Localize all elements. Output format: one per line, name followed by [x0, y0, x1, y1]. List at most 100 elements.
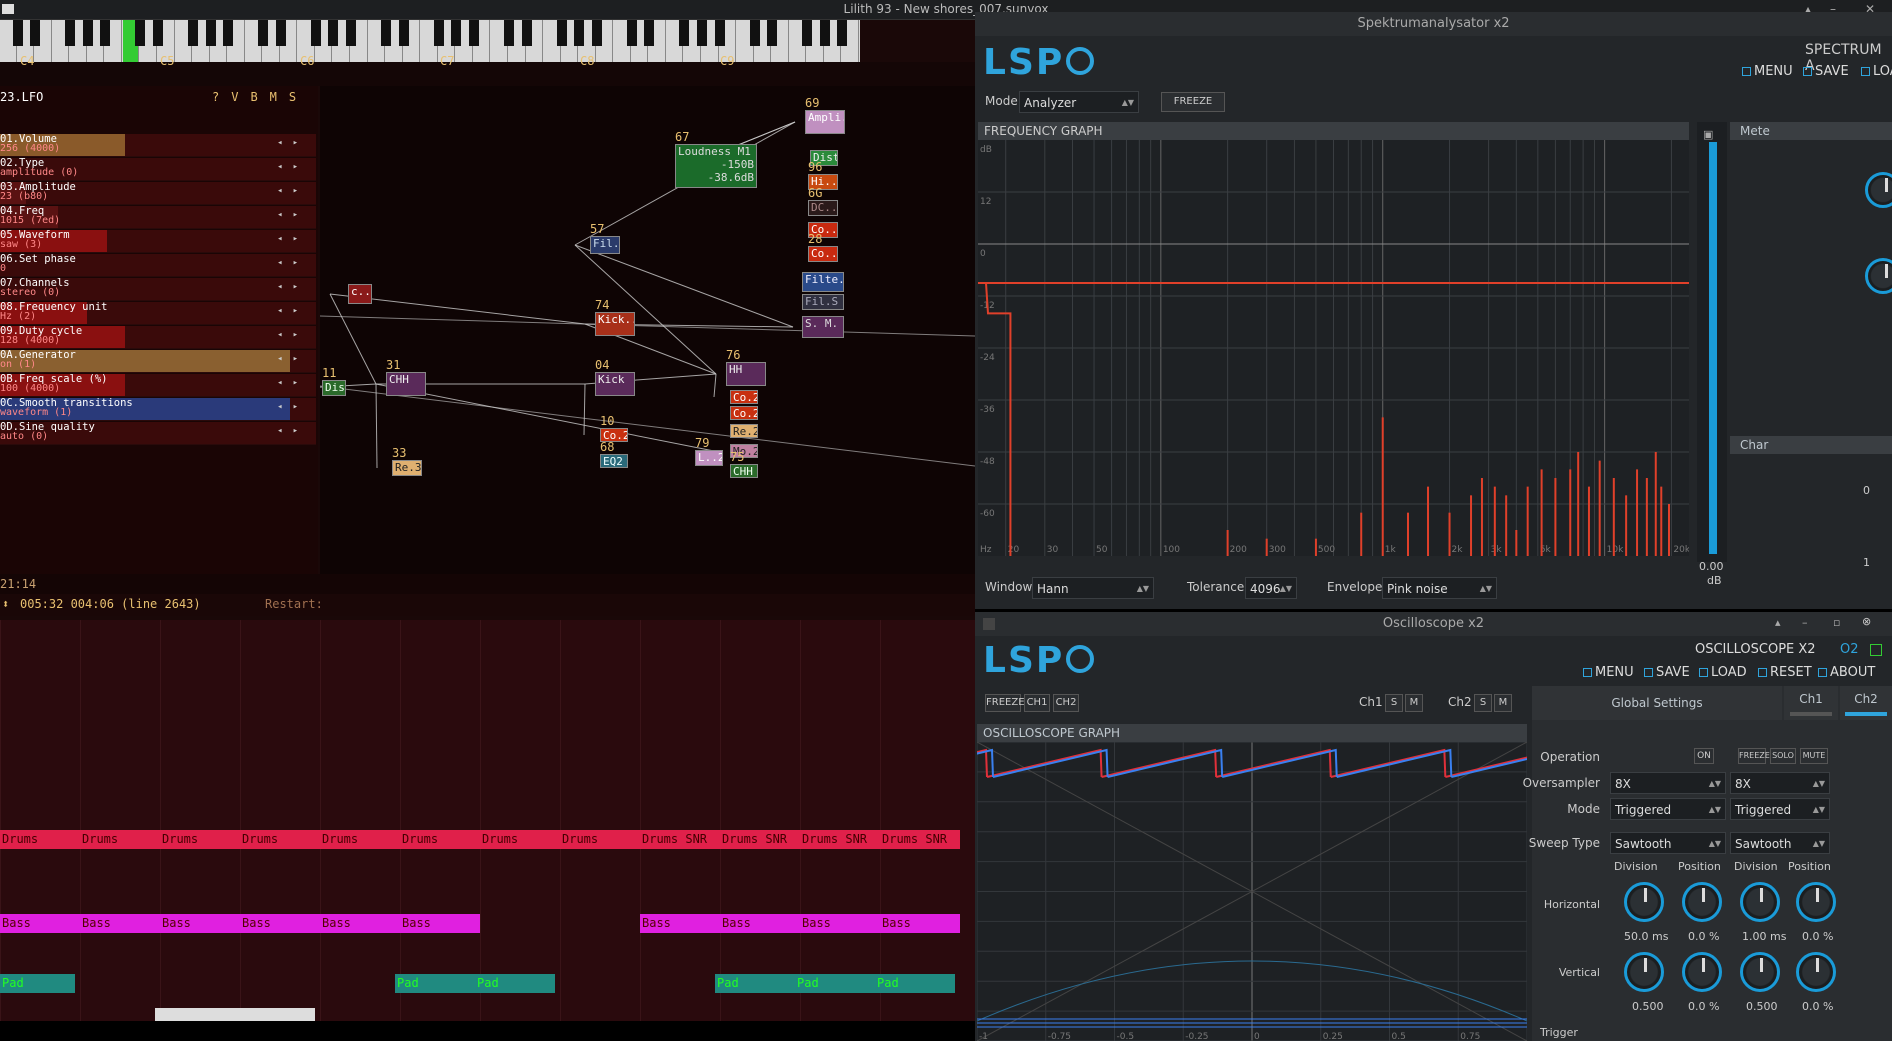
module-box[interactable]: S. M. S	[802, 316, 844, 338]
module-box[interactable]: DC..r	[808, 200, 838, 216]
module-box[interactable]: Re.2	[730, 424, 758, 438]
h-division-knob-1[interactable]	[1624, 882, 1664, 922]
pattern-block-bass[interactable]: Bass	[160, 914, 240, 933]
property-row[interactable]: 09.Duty cycle 128 (4000) ◂▸	[0, 326, 316, 349]
sweep-type-select[interactable]: Sawtooth ▲▼	[1610, 832, 1726, 854]
piano-black-key[interactable]	[275, 20, 286, 46]
module-box[interactable]: HH	[726, 362, 766, 386]
pattern-block-bass[interactable]: Bass	[720, 914, 800, 933]
ch-mute-button[interactable]: MUTE	[1800, 748, 1828, 764]
property-row[interactable]: 03.Amplitude 23 (b80) ◂▸	[0, 182, 316, 205]
pattern-block-selected[interactable]	[155, 1008, 315, 1021]
pattern-block-drums[interactable]: Drums	[320, 830, 400, 849]
frequency-graph[interactable]: 120-12-24-36-48-60dBHz 20 30 50 100 200 300 500…	[978, 140, 1689, 556]
on-button[interactable]: ON	[1694, 748, 1714, 764]
module-box[interactable]: Filte.2	[802, 272, 844, 292]
pattern-block-pad[interactable]: Pad	[715, 974, 795, 993]
piano-black-key[interactable]	[188, 20, 199, 46]
property-arrows-icon[interactable]: ◂▸	[277, 402, 308, 412]
save-button[interactable]: SAVE	[1803, 64, 1849, 79]
close-icon[interactable]: ⊗	[1862, 615, 1871, 628]
piano-black-key[interactable]	[556, 20, 567, 46]
piano-black-key[interactable]	[346, 20, 357, 46]
maximize-icon[interactable]: ▫	[1833, 616, 1840, 629]
property-arrows-icon[interactable]: ◂▸	[277, 378, 308, 388]
property-row[interactable]: 07.Channels stereo (0) ◂▸	[0, 278, 316, 301]
pattern-block-bass[interactable]: Bass	[0, 914, 80, 933]
piano-black-key[interactable]	[503, 20, 514, 46]
minimize-icon[interactable]: –	[1802, 616, 1808, 629]
piano-black-key[interactable]	[521, 20, 532, 46]
piano-black-key[interactable]	[152, 20, 163, 46]
v-position-knob-2[interactable]	[1796, 952, 1836, 992]
property-row[interactable]: 0A.Generator on (1) ◂▸	[0, 350, 316, 373]
ch1-mute-button[interactable]: M	[1405, 694, 1423, 712]
meter-tab[interactable]: Mete	[1730, 122, 1892, 140]
piano-black-key[interactable]	[310, 20, 321, 46]
module-box[interactable]: Co.2	[730, 390, 758, 404]
module-box[interactable]: c..H	[348, 284, 372, 304]
property-arrows-icon[interactable]: ◂▸	[277, 330, 308, 340]
property-row[interactable]: 02.Type amplitude (0) ◂▸	[0, 158, 316, 181]
oversampler-select[interactable]: 8X ▲▼	[1610, 772, 1726, 794]
save-button[interactable]: SAVE	[1644, 665, 1690, 680]
module-box[interactable]: Kick	[595, 372, 635, 396]
piano-black-key[interactable]	[451, 20, 462, 46]
piano-black-key[interactable]	[626, 20, 637, 46]
pattern-block-pad[interactable]: Pad	[0, 974, 75, 993]
pattern-block-pad[interactable]: Pad	[795, 974, 875, 993]
window-select[interactable]: Hann ▲▼	[1032, 577, 1154, 599]
piano-black-key[interactable]	[12, 20, 23, 46]
property-row[interactable]: 01.Volume 256 (4000) ◂▸	[0, 134, 316, 157]
piano-black-key[interactable]	[65, 20, 76, 46]
piano-black-key[interactable]	[574, 20, 585, 46]
piano-black-key[interactable]	[223, 20, 234, 46]
meter-knob-1[interactable]	[1865, 172, 1892, 208]
mode-select[interactable]: Triggered ▲▼	[1610, 798, 1726, 820]
piano-black-key[interactable]	[135, 20, 146, 46]
property-row[interactable]: 06.Set phase 0 ◂▸	[0, 254, 316, 277]
piano-black-key[interactable]	[819, 20, 830, 46]
module-box[interactable]: CHH	[386, 372, 426, 396]
piano-black-key[interactable]	[644, 20, 655, 46]
piano-black-key[interactable]	[258, 20, 269, 46]
about-button[interactable]: ABOUT	[1818, 665, 1875, 680]
module-box[interactable]: Kick..S	[595, 312, 635, 336]
module-flags[interactable]: ?VBMS	[212, 90, 308, 104]
ch-mode-select[interactable]: Triggered ▲▼	[1730, 798, 1830, 820]
piano-black-key[interactable]	[381, 20, 392, 46]
pattern-block-bass[interactable]: Bass	[640, 914, 720, 933]
tolerance-select[interactable]: 4096 ▲▼	[1245, 577, 1297, 599]
pattern-block-drums[interactable]: Drums	[160, 830, 240, 849]
ch1-button[interactable]: CH1	[1024, 694, 1050, 712]
channel-tab[interactable]: Char	[1730, 436, 1892, 454]
piano-black-key[interactable]	[697, 20, 708, 46]
pattern-block-bass[interactable]: Bass	[880, 914, 960, 933]
piano-black-key[interactable]	[328, 20, 339, 46]
v-division-knob-1[interactable]	[1624, 952, 1664, 992]
timeline[interactable]: Drums Drums Drums Drums Drums Drums Drums Drums…	[0, 620, 975, 1021]
piano-black-key[interactable]	[82, 20, 93, 46]
h-position-knob-2[interactable]	[1796, 882, 1836, 922]
pattern-block-pad[interactable]: Pad	[475, 974, 555, 993]
property-arrows-icon[interactable]: ◂▸	[277, 258, 308, 268]
property-row[interactable]: 05.Waveform saw (3) ◂▸	[0, 230, 316, 253]
module-box[interactable]: Co.2	[730, 406, 758, 420]
pattern-block-drums[interactable]: Drums	[400, 830, 480, 849]
ch-oversampler-select[interactable]: 8X ▲▼	[1730, 772, 1830, 794]
pattern-block-drums[interactable]: Drums SNR	[720, 830, 800, 849]
piano-black-key[interactable]	[802, 20, 813, 46]
pattern-block-drums[interactable]: Drums	[0, 830, 80, 849]
oscilloscope-graph[interactable]: -1-0.75-0.5-0.2500.250.50.751	[977, 742, 1527, 1041]
v-position-knob-1[interactable]	[1682, 952, 1722, 992]
property-row[interactable]: 0D.Sine quality auto (0) ◂▸	[0, 422, 316, 445]
ch-sweep-type-select[interactable]: Sawtooth ▲▼	[1730, 832, 1830, 854]
pattern-block-pad[interactable]: Pad	[395, 974, 475, 993]
module-box[interactable]: Co..r	[808, 246, 838, 262]
pattern-block-drums[interactable]: Drums SNR	[880, 830, 960, 849]
piano-black-key[interactable]	[591, 20, 602, 46]
load-button[interactable]: LOAD	[1699, 665, 1747, 680]
module-box[interactable]: Dis2	[322, 380, 346, 396]
global-settings-tab[interactable]: Global Settings	[1532, 686, 1782, 720]
pattern-block-bass[interactable]: Bass	[240, 914, 320, 933]
